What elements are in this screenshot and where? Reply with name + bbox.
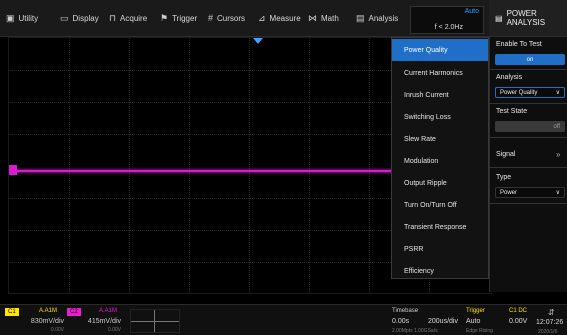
- menu-analysis-label: Analysis: [368, 13, 399, 23]
- analysis-select-value: Power Quality: [500, 89, 538, 96]
- chevron-right-icon[interactable]: »: [556, 150, 560, 159]
- power-analysis-title[interactable]: ▤ POWER ANALYSIS: [489, 0, 567, 36]
- dropdown-item-transient-response[interactable]: Transient Response: [392, 216, 488, 238]
- channel-1-tag: C1: [5, 308, 19, 316]
- divider: [490, 203, 567, 204]
- grid-line: [369, 38, 370, 293]
- dropdown-item-power-quality[interactable]: Power Quality: [392, 39, 488, 61]
- enable-test-toggle[interactable]: on: [495, 54, 565, 65]
- menu-utility[interactable]: ▣ Utility: [6, 0, 38, 36]
- trigger-icon: ⚑: [160, 12, 169, 23]
- grid-line: [129, 38, 130, 293]
- network-icon: ⇵: [548, 308, 555, 317]
- clock-time: 12:07:26: [536, 319, 564, 326]
- panel-title-text: POWER ANALYSIS: [506, 9, 546, 27]
- menu-measure[interactable]: ⊿ Measure: [258, 0, 301, 36]
- power-analysis-icon: ▤: [495, 13, 503, 23]
- frequency-value: f < 2.0Hz: [434, 24, 463, 31]
- analysis-icon: ▤: [356, 12, 365, 23]
- menu-cursors[interactable]: # Cursors: [208, 0, 245, 36]
- clock-date: 2020/1/6: [538, 329, 558, 335]
- channel-1-info[interactable]: C1 A.A1M 830mV/div 0.00V: [5, 308, 67, 333]
- top-menu-bar: ▣ Utility ▭ Display ⊓ Acquire ⚑ Trigger # Cur…: [0, 0, 567, 37]
- analysis-dropdown-menu: Power Quality Current Harmonics Inrush C…: [391, 37, 489, 279]
- test-state-value: off: [553, 123, 560, 130]
- grid-line: [69, 38, 70, 293]
- divider: [490, 137, 567, 138]
- menu-acquire[interactable]: ⊓ Acquire: [109, 0, 147, 36]
- divider: [490, 167, 567, 168]
- add-channel-button[interactable]: [130, 309, 180, 333]
- channel-2-tag: C2: [67, 308, 81, 316]
- channel-2-coupling: A.A1M: [99, 308, 118, 314]
- dropdown-item-current-harmonics[interactable]: Current Harmonics: [392, 62, 488, 84]
- trigger-mode: Auto: [466, 318, 481, 325]
- grid-line: [189, 38, 190, 293]
- channel-1-scale: 830mV/div: [30, 318, 64, 325]
- measure-icon: ⊿: [258, 12, 266, 23]
- dropdown-item-turn-on-turn-off[interactable]: Turn On/Turn Off: [392, 194, 488, 216]
- divider: [490, 103, 567, 104]
- grid-line: [249, 38, 250, 293]
- acquire-icon: ⊓: [109, 12, 117, 23]
- timebase-sample-info: 2.00Mpts 1.00GSa/s: [392, 328, 438, 334]
- dropdown-item-inrush-current[interactable]: Inrush Current: [392, 84, 488, 106]
- menu-trigger[interactable]: ⚑ Trigger: [160, 0, 197, 36]
- signal-label[interactable]: Signal: [496, 151, 515, 158]
- channel-2-offset: 0.00V: [107, 327, 121, 333]
- trigger-mode-auto: Auto: [464, 8, 479, 15]
- type-select-value: Power: [500, 189, 518, 196]
- trigger-source: C1 DC: [509, 308, 528, 314]
- dropdown-item-output-ripple[interactable]: Output Ripple: [392, 172, 488, 194]
- plus-icon: [131, 321, 179, 322]
- channel-2-info[interactable]: C2 A.A1M 415mV/div 0.00V: [67, 308, 124, 333]
- channel-2-scale: 415mV/div: [87, 318, 121, 325]
- menu-math[interactable]: ⋈ Math: [308, 0, 339, 36]
- channel-1-coupling: A.A1M: [39, 308, 58, 314]
- display-icon: ▭: [60, 12, 69, 23]
- menu-display[interactable]: ▭ Display: [60, 0, 99, 36]
- dropdown-item-efficiency[interactable]: Efficiency: [392, 260, 488, 282]
- timebase-label: Timebase: [392, 308, 419, 314]
- menu-trigger-label: Trigger: [172, 13, 198, 23]
- analysis-select[interactable]: Power Quality ∨: [495, 87, 565, 98]
- utility-icon: ▣: [6, 12, 15, 23]
- menu-measure-label: Measure: [269, 13, 301, 23]
- frequency-counter: Auto f < 2.0Hz: [410, 6, 484, 34]
- test-state-toggle[interactable]: off: [495, 121, 565, 132]
- analysis-label: Analysis: [496, 74, 523, 81]
- divider: [490, 69, 567, 70]
- power-analysis-panel: Enable To Test on Analysis Power Quality…: [489, 37, 567, 292]
- enable-test-value: on: [526, 56, 534, 63]
- cursors-icon: #: [208, 13, 214, 23]
- channel-1-offset: 0.00V: [50, 327, 64, 333]
- dropdown-item-slew-rate[interactable]: Slew Rate: [392, 128, 488, 150]
- chevron-down-icon: ∨: [555, 90, 560, 96]
- menu-display-label: Display: [72, 13, 99, 23]
- type-select[interactable]: Power ∨: [495, 187, 565, 198]
- bottom-status-bar: C1 A.A1M 830mV/div 0.00V C2 A.A1M 415mV/…: [0, 304, 567, 335]
- grid-line: [309, 38, 310, 293]
- timebase-delay: 0.00s: [392, 318, 410, 325]
- trigger-type: Edge Rising: [466, 328, 493, 334]
- menu-acquire-label: Acquire: [120, 13, 148, 23]
- menu-math-label: Math: [321, 13, 339, 23]
- chevron-down-icon: ∨: [555, 190, 560, 196]
- channel-2-offset-marker[interactable]: [9, 165, 17, 175]
- timebase-scale: 200us/div: [428, 318, 458, 325]
- trigger-level: 0.00V: [509, 318, 528, 325]
- menu-analysis[interactable]: ▤ Analysis: [356, 0, 398, 36]
- dropdown-item-psrr[interactable]: PSRR: [392, 238, 488, 260]
- math-icon: ⋈: [308, 12, 317, 23]
- dropdown-item-modulation[interactable]: Modulation: [392, 150, 488, 172]
- enable-test-label: Enable To Test: [496, 41, 542, 48]
- trigger-position-marker[interactable]: [253, 38, 263, 44]
- trigger-label: Trigger: [466, 308, 485, 314]
- dropdown-item-switching-loss[interactable]: Switching Loss: [392, 106, 488, 128]
- menu-cursors-label: Cursors: [217, 13, 246, 23]
- test-state-label: Test State: [496, 108, 528, 115]
- menu-utility-label: Utility: [18, 13, 39, 23]
- plus-icon: [154, 310, 155, 332]
- type-label: Type: [496, 174, 512, 181]
